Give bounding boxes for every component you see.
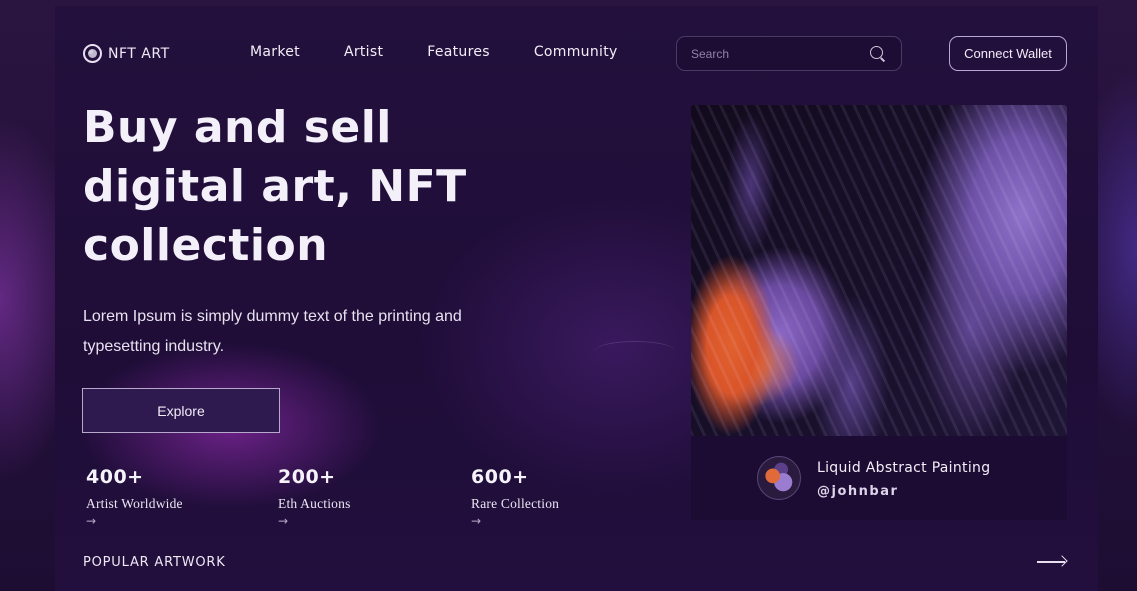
- decorative-swoosh: [595, 341, 675, 361]
- stat-value: 400+: [86, 466, 144, 488]
- search-input[interactable]: [691, 46, 869, 61]
- landing-page: NFT ART Market Artist Features Community…: [55, 6, 1098, 591]
- nav-link-features[interactable]: Features: [427, 44, 490, 60]
- hero-description: Lorem Ipsum is simply dummy text of the …: [83, 308, 462, 355]
- globe-logo-icon: [83, 44, 102, 63]
- explore-button[interactable]: Explore: [82, 388, 280, 433]
- hero-title: Buy and sell digital art, NFT collection: [83, 102, 467, 271]
- search-icon[interactable]: [869, 45, 887, 63]
- artwork-author[interactable]: @johnbar: [817, 484, 898, 499]
- stat-label: Rare Collection: [471, 496, 560, 511]
- arrow-right-icon[interactable]: →: [278, 514, 351, 528]
- nav-link-community[interactable]: Community: [534, 44, 618, 60]
- connect-wallet-button[interactable]: Connect Wallet: [949, 36, 1067, 71]
- popular-artwork-heading: POPULAR ARTWORK: [83, 555, 226, 570]
- stat-auctions: 200+ Eth Auctions →: [278, 466, 351, 528]
- search-box: [676, 36, 902, 71]
- nav-link-artist[interactable]: Artist: [344, 44, 383, 60]
- arrow-right-icon[interactable]: →: [86, 514, 183, 528]
- artwork-info-card[interactable]: Liquid Abstract Painting @johnbar: [691, 436, 1067, 520]
- artwork-title: Liquid Abstract Painting: [817, 460, 991, 476]
- logo-text: NFT ART: [108, 45, 170, 62]
- logo[interactable]: NFT ART: [83, 44, 170, 63]
- avatar[interactable]: [757, 456, 801, 500]
- stat-value: 600+: [471, 466, 529, 488]
- stat-label: Eth Auctions: [278, 496, 351, 511]
- main-nav: Market Artist Features Community: [250, 44, 618, 60]
- nav-link-market[interactable]: Market: [250, 44, 300, 60]
- long-arrow-right-icon[interactable]: [1037, 555, 1067, 569]
- stat-label: Artist Worldwide: [86, 496, 183, 511]
- stat-value: 200+: [278, 466, 336, 488]
- artwork-image[interactable]: [691, 105, 1067, 436]
- stat-artists: 400+ Artist Worldwide →: [86, 466, 183, 528]
- arrow-right-icon[interactable]: →: [471, 514, 559, 528]
- stat-collection: 600+ Rare Collection →: [471, 466, 559, 528]
